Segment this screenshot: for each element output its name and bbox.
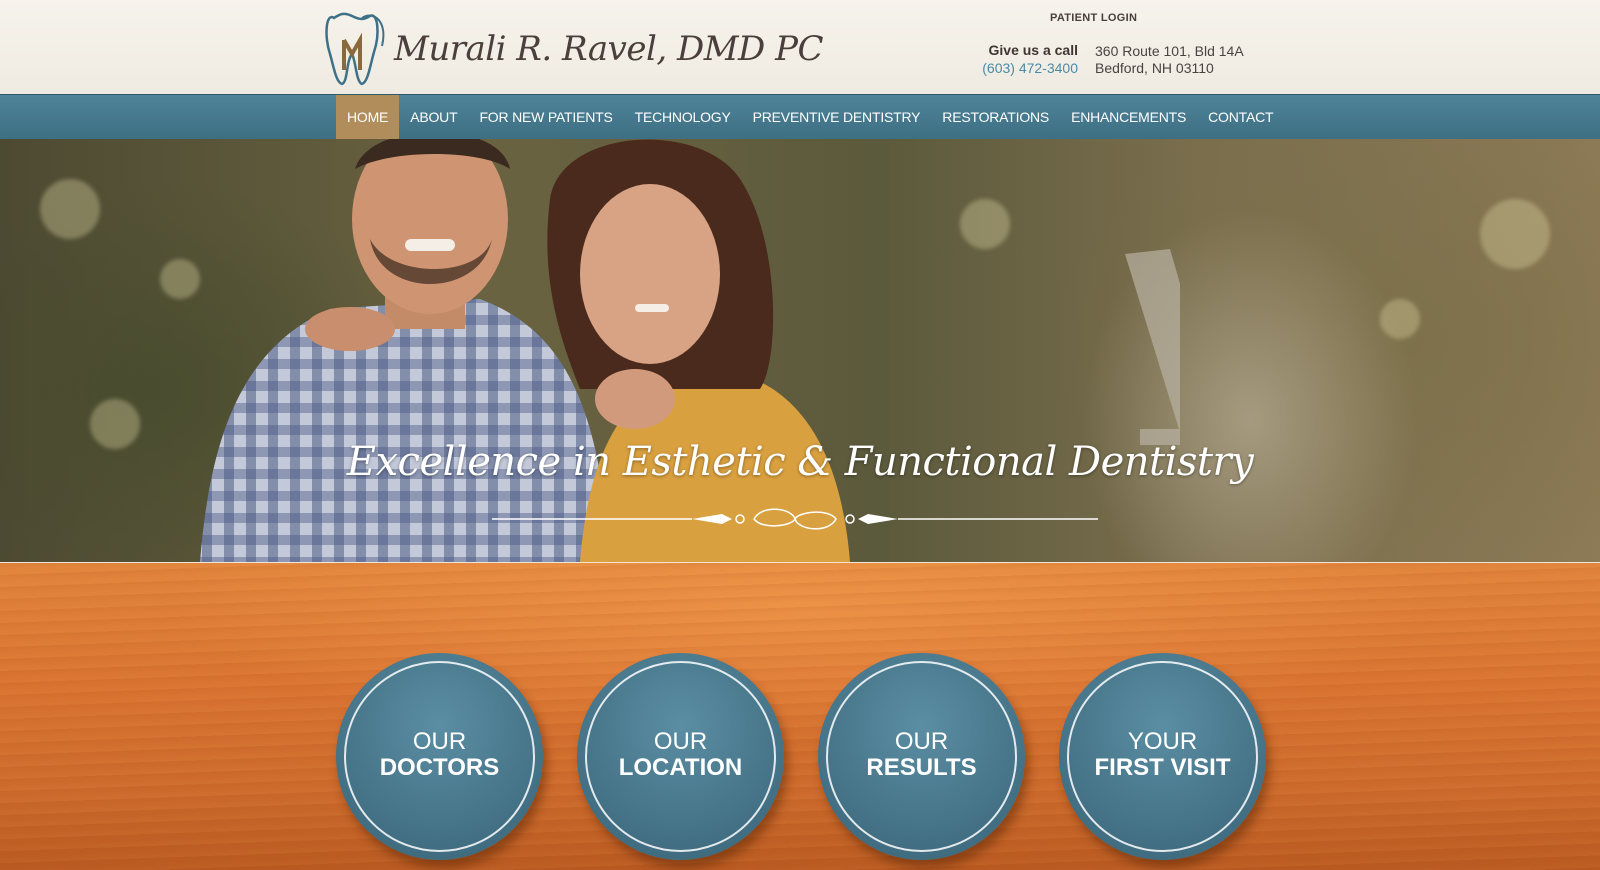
circle-label: YOUR FIRST VISIT	[1059, 729, 1266, 781]
nav-item-enhancements[interactable]: ENHANCEMENTS	[1060, 95, 1197, 140]
circle-line2: RESULTS	[866, 754, 977, 781]
nav-item-for-new-patients[interactable]: FOR NEW PATIENTS	[468, 95, 623, 140]
flourish-divider-icon	[492, 508, 1098, 530]
phone-link[interactable]: (603) 472-3400	[940, 60, 1078, 76]
your-first-visit-button[interactable]: YOUR FIRST VISIT	[1059, 653, 1266, 860]
circle-label: OUR RESULTS	[818, 729, 1025, 781]
our-doctors-button[interactable]: OUR DOCTORS	[336, 653, 543, 860]
circle-line1: OUR	[412, 728, 467, 755]
circle-label: OUR LOCATION	[577, 729, 784, 781]
circle-line1: YOUR	[1127, 728, 1198, 755]
circle-line2: LOCATION	[618, 754, 743, 781]
call-block: Give us a call (603) 472-3400	[940, 42, 1078, 76]
main-nav: HOME ABOUT FOR NEW PATIENTS TECHNOLOGY P…	[0, 94, 1600, 140]
feature-section: OUR DOCTORS OUR LOCATION OUR RESULTS YOU…	[0, 562, 1600, 870]
tooth-logo-icon	[325, 12, 385, 86]
nav-item-preventive-dentistry[interactable]: PREVENTIVE DENTISTRY	[742, 95, 932, 140]
patient-login-link[interactable]: PATIENT LOGIN	[1050, 12, 1137, 24]
circle-line2: FIRST VISIT	[1094, 754, 1231, 781]
our-results-button[interactable]: OUR RESULTS	[818, 653, 1025, 860]
nav-item-about[interactable]: ABOUT	[399, 95, 468, 140]
nav-item-technology[interactable]: TECHNOLOGY	[624, 95, 742, 140]
hero-couple-photo	[200, 139, 1180, 562]
nav-items: HOME ABOUT FOR NEW PATIENTS TECHNOLOGY P…	[336, 95, 1284, 140]
site-header: Murali R. Ravel, DMD PC PATIENT LOGIN Gi…	[0, 0, 1600, 94]
circle-line1: OUR	[653, 728, 708, 755]
bokeh-light	[1380, 299, 1420, 339]
site-logo[interactable]: Murali R. Ravel, DMD PC	[322, 6, 824, 86]
circle-label: OUR DOCTORS	[336, 729, 543, 781]
bokeh-light	[40, 179, 100, 239]
nav-item-home[interactable]: HOME	[336, 95, 400, 140]
circle-line1: OUR	[894, 728, 949, 755]
call-label: Give us a call	[988, 42, 1079, 58]
address-line1: 360 Route 101, Bld 14A	[1095, 43, 1244, 59]
hero-tagline: Excellence in Esthetic & Functional Dent…	[346, 439, 1254, 485]
our-location-button[interactable]: OUR LOCATION	[577, 653, 784, 860]
address: 360 Route 101, Bld 14A Bedford, NH 03110	[1095, 43, 1244, 77]
nav-item-contact[interactable]: CONTACT	[1197, 95, 1284, 140]
address-line2: Bedford, NH 03110	[1095, 60, 1214, 76]
hero-banner: Excellence in Esthetic & Functional Dent…	[0, 139, 1600, 562]
bokeh-light	[1480, 199, 1550, 269]
feature-circles: OUR DOCTORS OUR LOCATION OUR RESULTS YOU…	[336, 653, 1266, 860]
logo-text: Murali R. Ravel, DMD PC	[394, 29, 824, 69]
nav-item-restorations[interactable]: RESTORATIONS	[931, 95, 1060, 140]
circle-line2: DOCTORS	[379, 754, 500, 781]
